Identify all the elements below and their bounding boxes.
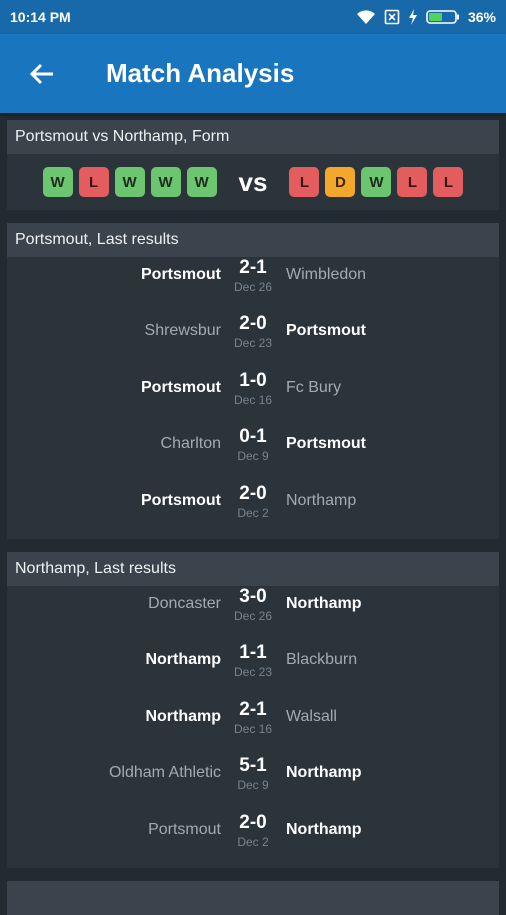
score: 2-0 [239, 313, 267, 335]
vs-label: vs [238, 166, 268, 197]
home-team: Portsmout [141, 378, 221, 396]
status-icons: 36% [356, 9, 496, 25]
form-badge: W [114, 167, 145, 197]
away-team: Northamp [286, 491, 357, 509]
away-results-card: Northamp, Last results Doncaster 3-0 Dec 2… [7, 551, 499, 868]
home-team: Portsmout [148, 820, 221, 838]
away-team: Wimbledon [286, 266, 367, 283]
battery-percent: 36% [467, 9, 496, 25]
away-team: Northamp [286, 764, 362, 782]
home-results-card: Portsmout, Last results Portsmout 2-1 Dec … [7, 223, 499, 539]
sim-off-icon [384, 9, 400, 25]
score: 2-0 [239, 811, 267, 833]
back-button[interactable] [24, 56, 60, 92]
match-date: Dec 16 [233, 721, 273, 736]
away-team: Fc Bury [286, 378, 342, 396]
form-badge: W [42, 167, 73, 197]
score: 2-1 [239, 698, 267, 720]
away-team: Blackburn [286, 651, 358, 669]
home-results-title: Portsmout, Last results [7, 223, 499, 257]
home-team: Portsmout [141, 491, 221, 509]
home-results-list: Portsmout 2-1 Dec 26 Wimbledon Shrewsbur 2-0 D… [7, 257, 499, 539]
score: 3-0 [239, 585, 267, 607]
result-row[interactable]: Portsmout 1-0 Dec 16 Fc Bury [7, 370, 499, 426]
match-date: Dec 2 [237, 505, 269, 520]
result-row[interactable]: Oldham Athletic 5-1 Dec 9 Northamp [7, 755, 499, 811]
match-date: Dec 26 [233, 280, 273, 294]
home-team: Charlton [160, 435, 221, 453]
result-row[interactable]: Northamp 2-1 Dec 16 Walsall [7, 699, 499, 755]
score: 1-1 [239, 642, 267, 664]
match-date: Dec 23 [233, 665, 273, 680]
result-row[interactable]: Shrewsbur 2-0 Dec 23 Portsmout [7, 313, 499, 369]
next-card-header [7, 880, 499, 915]
form-badge: W [150, 167, 181, 197]
home-team: Oldham Athletic [108, 764, 221, 782]
status-bar: 10:14 PM 36% [0, 0, 506, 34]
form-badge: L [433, 167, 464, 197]
result-row[interactable]: Northamp 1-1 Dec 23 Blackburn [7, 642, 499, 698]
home-team: Doncaster [148, 594, 221, 612]
score: 1-0 [239, 369, 267, 391]
form-badge: L [289, 167, 320, 197]
home-team: Northamp [145, 651, 221, 669]
arrow-left-icon [29, 63, 53, 84]
match-date: Dec 23 [233, 336, 273, 351]
match-date: Dec 2 [237, 834, 269, 849]
score: 5-1 [239, 755, 267, 777]
form-card-title: Portsmout vs Northamp, Form [7, 120, 499, 154]
away-team: Portsmout [286, 322, 366, 340]
page-title: Match Analysis [106, 58, 295, 88]
form-badge: D [325, 167, 356, 197]
score: 0-1 [239, 426, 267, 448]
match-date: Dec 16 [233, 392, 273, 407]
away-team: Walsall [286, 707, 337, 725]
away-team: Portsmout [286, 435, 366, 453]
result-row[interactable]: Doncaster 3-0 Dec 26 Northamp [7, 586, 499, 642]
form-row: WLWWW vs LDWLL [7, 154, 499, 210]
home-team: Northamp [145, 707, 221, 725]
away-form-badges: LDWLL [289, 167, 464, 197]
result-row[interactable]: Portsmout 2-0 Dec 2 Northamp [7, 483, 499, 539]
home-form-badges: WLWWW [42, 167, 217, 197]
home-team: Portsmout [141, 266, 221, 283]
match-date: Dec 26 [233, 608, 273, 623]
away-results-list: Doncaster 3-0 Dec 26 Northamp Northamp 1-1 Dec… [7, 586, 499, 868]
form-badge: W [186, 167, 217, 197]
form-badge: W [361, 167, 392, 197]
wifi-icon [356, 10, 375, 24]
score: 2-0 [239, 482, 267, 504]
form-badge: L [78, 167, 109, 197]
next-card [7, 880, 499, 915]
away-team: Northamp [286, 820, 362, 838]
match-date: Dec 9 [237, 778, 269, 793]
result-row[interactable]: Charlton 0-1 Dec 9 Portsmout [7, 426, 499, 482]
match-date: Dec 9 [237, 449, 269, 464]
away-team: Northamp [286, 594, 362, 612]
battery-icon [426, 10, 459, 24]
result-row[interactable]: Portsmout 2-1 Dec 26 Wimbledon [7, 257, 499, 313]
result-row[interactable]: Portsmout 2-0 Dec 2 Northamp [7, 812, 499, 868]
main-content: Portsmout vs Northamp, Form WLWWW vs LDW… [0, 113, 506, 915]
home-team: Shrewsbur [144, 322, 221, 340]
away-results-title: Northamp, Last results [7, 551, 499, 586]
status-time: 10:14 PM [10, 9, 71, 25]
form-badge: L [397, 167, 428, 197]
charging-icon [408, 9, 417, 25]
score: 2-1 [239, 257, 267, 278]
app-bar: Match Analysis [0, 34, 506, 113]
form-card: Portsmout vs Northamp, Form WLWWW vs LDW… [7, 120, 499, 210]
